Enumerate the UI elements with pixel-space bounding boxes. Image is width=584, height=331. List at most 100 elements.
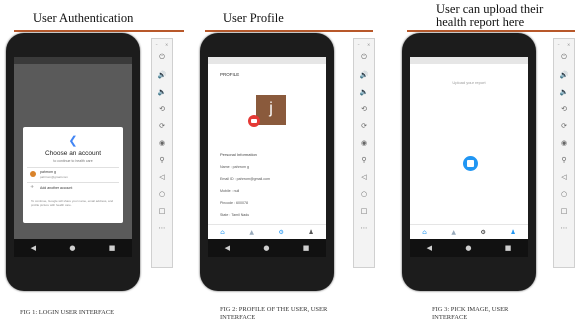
- volume-down-icon[interactable]: 🔈: [354, 83, 374, 100]
- upload-prompt: Upload your report: [452, 80, 486, 85]
- account-email: pahrrom@gmail.com: [40, 175, 68, 179]
- volume-up-icon[interactable]: 🔊: [152, 66, 172, 83]
- volume-up-icon[interactable]: 🔊: [554, 66, 574, 83]
- minimize-icon[interactable]: –: [358, 42, 360, 47]
- avatar-letter: j: [269, 100, 273, 117]
- rotate-right-icon[interactable]: ⟳: [554, 117, 574, 134]
- status-bar: [14, 57, 132, 64]
- emulator-window-controls: – ×: [354, 39, 374, 49]
- figure-caption: FIG 1: LOGIN USER INTERFACE: [20, 309, 115, 316]
- phone-frame: Upload your report ⌂ ▲ ⚙ ♟ ◀ ● ■: [402, 33, 536, 291]
- back-icon[interactable]: ◁: [354, 168, 374, 185]
- zoom-icon[interactable]: ⚲: [354, 151, 374, 168]
- zoom-icon[interactable]: ⚲: [554, 151, 574, 168]
- recents-icon[interactable]: ■: [303, 244, 310, 252]
- rotate-right-icon[interactable]: ⟳: [152, 117, 172, 134]
- heading-user-profile: User Profile: [223, 11, 284, 25]
- home-icon[interactable]: ○: [152, 185, 172, 202]
- profile-field-state: State : Tamil Nadu: [220, 213, 250, 217]
- dialog-footer-text: To continue, Google will share your name…: [31, 199, 114, 207]
- more-icon[interactable]: ⋯: [554, 219, 574, 236]
- back-icon[interactable]: ◁: [554, 168, 574, 185]
- profile-field-mobile: Mobile : null: [220, 189, 240, 193]
- status-bar: [410, 57, 528, 64]
- home-tab-icon[interactable]: ⌂: [422, 229, 427, 236]
- profile-tab-icon[interactable]: ♟: [510, 229, 515, 236]
- profile-field-email: Email ID : pahrrom@gmail.com: [220, 177, 270, 181]
- upload-tab-icon[interactable]: ▲: [249, 229, 254, 236]
- close-icon[interactable]: ×: [165, 42, 168, 47]
- more-icon[interactable]: ⋯: [152, 219, 172, 236]
- overview-icon[interactable]: □: [354, 202, 374, 219]
- figure-caption: FIG 2: Profile of the user, USER INTERFA…: [220, 306, 328, 321]
- volume-down-icon[interactable]: 🔈: [152, 83, 172, 100]
- settings-tab-icon[interactable]: ⚙: [480, 229, 485, 236]
- close-icon[interactable]: ×: [367, 42, 370, 47]
- emulator-window-controls: – ×: [152, 39, 172, 49]
- dialog-title: Choose an account: [44, 150, 101, 157]
- phone-screen: PROFILE j Personal Information Name : pa…: [208, 57, 326, 257]
- edit-photo-button[interactable]: [248, 115, 260, 127]
- emulator-toolbar: – × ⏻ 🔊 🔈 ⟲ ⟳ ◉ ⚲ ◁ ○ □ ⋯: [553, 38, 575, 268]
- home-icon[interactable]: ●: [69, 244, 75, 252]
- home-icon[interactable]: ●: [263, 244, 269, 252]
- rotate-left-icon[interactable]: ⟲: [152, 100, 172, 117]
- home-icon[interactable]: ●: [465, 244, 471, 252]
- heading-user-authentication: User Authentication: [33, 11, 134, 25]
- power-icon[interactable]: ⏻: [152, 49, 172, 66]
- overview-icon[interactable]: □: [554, 202, 574, 219]
- phone-frame: ❮ Choose an account to continue to healt…: [6, 33, 140, 291]
- phone-nav-bar: ◀ ● ■: [14, 239, 132, 257]
- profile-avatar: j: [256, 95, 286, 125]
- rotate-left-icon[interactable]: ⟲: [354, 100, 374, 117]
- section-label: Personal Information: [220, 152, 257, 157]
- recents-icon[interactable]: ■: [109, 244, 116, 252]
- zoom-icon[interactable]: ⚲: [152, 151, 172, 168]
- back-icon[interactable]: ◀: [427, 244, 432, 252]
- emulator-window-controls: – ×: [554, 39, 574, 49]
- pick-image-button[interactable]: [463, 156, 478, 171]
- phone-nav-bar: ◀ ● ■: [410, 239, 528, 257]
- minimize-icon[interactable]: –: [558, 42, 560, 47]
- recents-icon[interactable]: ■: [505, 244, 512, 252]
- heading-underline: [14, 30, 184, 32]
- emulator-toolbar: – × ⏻ 🔊 🔈 ⟲ ⟳ ◉ ⚲ ◁ ○ □ ⋯: [151, 38, 173, 268]
- home-icon[interactable]: ○: [554, 185, 574, 202]
- emulator-toolbar: – × ⏻ 🔊 🔈 ⟲ ⟳ ◉ ⚲ ◁ ○ □ ⋯: [353, 38, 375, 268]
- image-icon: [467, 160, 474, 167]
- profile-field-pincode: Pincode : 600078: [220, 201, 248, 205]
- more-icon[interactable]: ⋯: [354, 219, 374, 236]
- add-account-row[interactable]: + Add another account: [27, 182, 119, 193]
- add-person-icon: +: [30, 184, 35, 190]
- settings-tab-icon[interactable]: ⚙: [278, 229, 283, 236]
- home-tab-icon[interactable]: ⌂: [220, 229, 225, 236]
- account-row[interactable]: pahrrom g pahrrom@gmail.com: [27, 167, 119, 182]
- rotate-left-icon[interactable]: ⟲: [554, 100, 574, 117]
- camera-icon[interactable]: ◉: [152, 134, 172, 151]
- volume-down-icon[interactable]: 🔈: [554, 83, 574, 100]
- profile-field-name: Name : pahrrom g: [220, 165, 249, 169]
- rotate-right-icon[interactable]: ⟳: [354, 117, 374, 134]
- back-icon[interactable]: ◀: [225, 244, 230, 252]
- page-title: PROFILE: [220, 72, 240, 77]
- volume-up-icon[interactable]: 🔊: [354, 66, 374, 83]
- camera-icon[interactable]: ◉: [354, 134, 374, 151]
- home-icon[interactable]: ○: [354, 185, 374, 202]
- upload-tab-icon[interactable]: ▲: [451, 229, 456, 236]
- account-name: pahrrom g: [40, 170, 56, 174]
- power-icon[interactable]: ⏻: [554, 49, 574, 66]
- phone-screen: Upload your report ⌂ ▲ ⚙ ♟ ◀ ● ■: [410, 57, 528, 257]
- figure-caption: FIG 3: PICK IMAGE, USER INTERFACE: [432, 306, 509, 321]
- back-icon[interactable]: ◀: [31, 244, 36, 252]
- google-logo-icon: ❮: [68, 134, 78, 147]
- account-chooser-dialog: ❮ Choose an account to continue to healt…: [23, 127, 123, 223]
- heading-underline: [407, 30, 575, 32]
- close-icon[interactable]: ×: [567, 42, 570, 47]
- overview-icon[interactable]: □: [152, 202, 172, 219]
- camera-icon[interactable]: ◉: [554, 134, 574, 151]
- back-icon[interactable]: ◁: [152, 168, 172, 185]
- power-icon[interactable]: ⏻: [354, 49, 374, 66]
- profile-tab-icon[interactable]: ♟: [308, 229, 313, 236]
- minimize-icon[interactable]: –: [156, 42, 158, 47]
- add-account-label: Add another account: [40, 186, 73, 190]
